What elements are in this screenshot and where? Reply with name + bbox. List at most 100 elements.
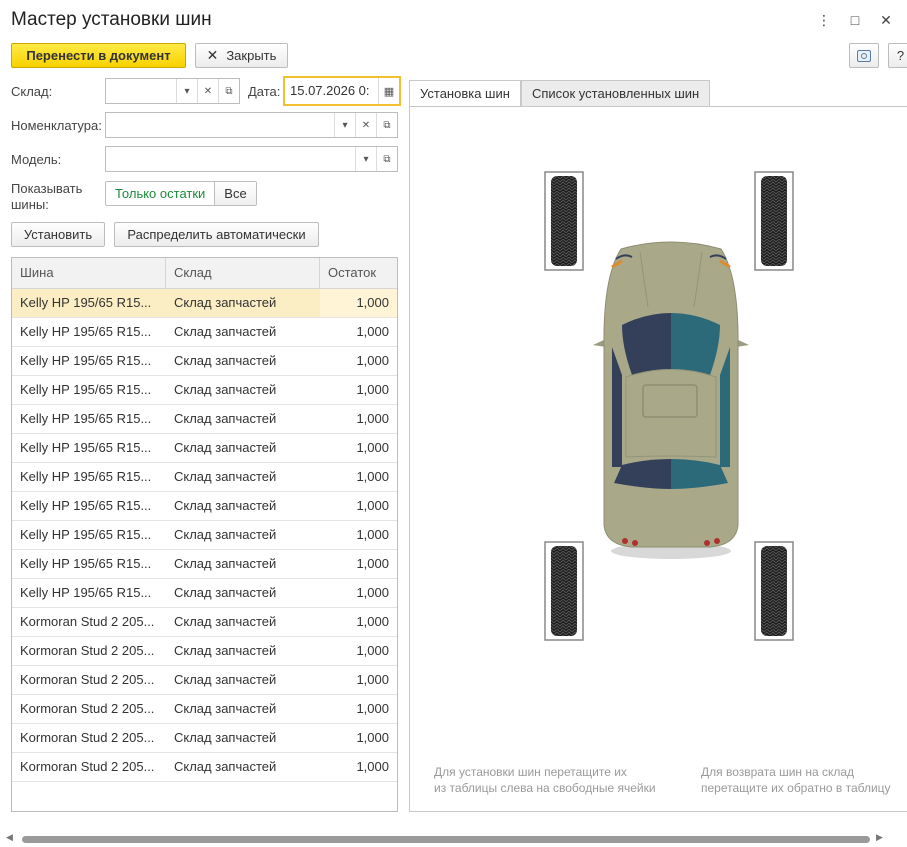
cell-remainder: 1,000 [356, 411, 389, 426]
model-value[interactable] [106, 147, 355, 171]
cell-tire: Kelly HP 195/65 R15... [20, 585, 152, 600]
dropdown-icon[interactable]: ▾ [355, 147, 376, 171]
cell-remainder: 1,000 [356, 382, 389, 397]
model-field[interactable]: ▾ ⧉ [105, 146, 398, 172]
tire-icon [761, 176, 787, 266]
table-row[interactable]: Kelly HP 195/65 R15... Склад запчастей 1,0… [12, 318, 397, 347]
nomenclature-value[interactable] [106, 113, 334, 137]
tire-icon [551, 176, 577, 266]
camera-button[interactable] [849, 43, 879, 68]
cell-tire: Kormoran Stud 2 205... [20, 672, 155, 687]
scroll-right-icon[interactable]: ▶ [876, 832, 883, 843]
open-icon[interactable]: ⧉ [218, 79, 239, 103]
install-hint-line: Для установки шин перетащите их [434, 765, 627, 779]
cell-warehouse: Склад запчастей [174, 498, 277, 513]
cell-remainder: 1,000 [356, 527, 389, 542]
cell-warehouse: Склад запчастей [174, 411, 277, 426]
cell-remainder: 1,000 [356, 701, 389, 716]
cell-remainder: 1,000 [356, 585, 389, 600]
cell-remainder: 1,000 [356, 469, 389, 484]
table-row[interactable]: Kelly HP 195/65 R15... Склад запчастей 1,0… [12, 492, 397, 521]
close-button[interactable]: ✕ Закрыть [195, 43, 288, 68]
cell-remainder: 1,000 [356, 324, 389, 339]
cell-tire: Kormoran Stud 2 205... [20, 759, 155, 774]
tire-slot-rear-right[interactable] [754, 541, 794, 641]
table-row[interactable]: Kelly HP 195/65 R15... Склад запчастей 1,0… [12, 434, 397, 463]
show-only-remains-option[interactable]: Только остатки [106, 182, 215, 205]
tab-install[interactable]: Установка шин [409, 80, 521, 108]
warehouse-label: Склад: [11, 84, 53, 99]
cell-tire: Kelly HP 195/65 R15... [20, 324, 152, 339]
table-row[interactable]: Kormoran Stud 2 205... Склад запчастей 1,0… [12, 724, 397, 753]
cell-warehouse: Склад запчастей [174, 701, 277, 716]
table-row[interactable]: Kelly HP 195/65 R15... Склад запчастей 1,0… [12, 579, 397, 608]
table-row[interactable]: Kormoran Stud 2 205... Склад запчастей 1,0… [12, 666, 397, 695]
warehouse-value[interactable] [106, 79, 176, 103]
cell-warehouse: Склад запчастей [174, 295, 277, 310]
auto-distribute-button[interactable]: Распределить автоматически [114, 222, 319, 247]
cell-warehouse: Склад запчастей [174, 382, 277, 397]
more-vertical-icon[interactable]: ⋮ [816, 12, 832, 28]
close-button-label: Закрыть [226, 48, 277, 63]
install-button[interactable]: Установить [11, 222, 105, 247]
cell-tire: Kelly HP 195/65 R15... [20, 527, 152, 542]
table-row[interactable]: Kormoran Stud 2 205... Склад запчастей 1,0… [12, 695, 397, 724]
tires-table[interactable]: Шина Склад Остаток Kelly HP 195/65 R15..… [11, 257, 398, 812]
table-row[interactable]: Kelly HP 195/65 R15... Склад запчастей 1,0… [12, 289, 397, 318]
dropdown-icon[interactable]: ▾ [334, 113, 355, 137]
table-row[interactable]: Kelly HP 195/65 R15... Склад запчастей 1,0… [12, 405, 397, 434]
show-tires-label: Показывать шины: [11, 181, 83, 212]
help-button[interactable]: ? [888, 43, 907, 68]
calendar-icon[interactable]: ▦ [378, 78, 399, 104]
show-all-option[interactable]: Все [214, 182, 256, 205]
table-row[interactable]: Kelly HP 195/65 R15... Склад запчастей 1,0… [12, 521, 397, 550]
column-header-warehouse[interactable]: Склад [166, 258, 320, 288]
tire-slot-rear-left[interactable] [544, 541, 584, 641]
cell-tire: Kormoran Stud 2 205... [20, 643, 155, 658]
clear-icon[interactable]: ✕ [197, 79, 218, 103]
clear-icon[interactable]: ✕ [355, 113, 376, 137]
open-icon[interactable]: ⧉ [376, 147, 397, 171]
table-row[interactable]: Kelly HP 195/65 R15... Склад запчастей 1,0… [12, 347, 397, 376]
table-row[interactable]: Kelly HP 195/65 R15... Склад запчастей 1,0… [12, 376, 397, 405]
column-header-remainder[interactable]: Остаток [320, 258, 397, 288]
cell-tire: Kelly HP 195/65 R15... [20, 411, 152, 426]
cell-tire: Kormoran Stud 2 205... [20, 701, 155, 716]
table-row[interactable]: Kormoran Stud 2 205... Склад запчастей 1,0… [12, 753, 397, 782]
window-title: Мастер установки шин [11, 9, 212, 30]
table-row[interactable]: Kelly HP 195/65 R15... Склад запчастей 1,0… [12, 550, 397, 579]
show-tires-toggle[interactable]: Только остатки Все [105, 181, 257, 206]
tab-installed-list[interactable]: Список установленных шин [520, 80, 711, 107]
date-field[interactable]: 15.07.2026 0: ▦ [283, 76, 401, 106]
tire-slot-front-right[interactable] [754, 171, 794, 271]
close-icon[interactable]: ✕ [878, 12, 894, 28]
warehouse-field[interactable]: ▾ ✕ ⧉ [105, 78, 240, 104]
scroll-left-icon[interactable]: ◀ [6, 832, 13, 843]
table-row[interactable]: Kormoran Stud 2 205... Склад запчастей 1,0… [12, 637, 397, 666]
cell-warehouse: Склад запчастей [174, 759, 277, 774]
open-icon[interactable]: ⧉ [376, 113, 397, 137]
tab-bar: Установка шин Список установленных шин [409, 80, 711, 108]
cell-remainder: 1,000 [356, 614, 389, 629]
date-value[interactable]: 15.07.2026 0: [285, 78, 378, 104]
cell-warehouse: Склад запчастей [174, 353, 277, 368]
horizontal-scrollbar[interactable] [22, 836, 870, 843]
nomenclature-field[interactable]: ▾ ✕ ⧉ [105, 112, 398, 138]
cell-warehouse: Склад запчастей [174, 469, 277, 484]
table-row[interactable]: Kormoran Stud 2 205... Склад запчастей 1,0… [12, 608, 397, 637]
nomenclature-label: Номенклатура: [11, 118, 102, 133]
cell-warehouse: Склад запчастей [174, 324, 277, 339]
transfer-to-document-button[interactable]: Перенести в документ [11, 43, 186, 68]
tire-slot-front-left[interactable] [544, 171, 584, 271]
table-body: Kelly HP 195/65 R15... Склад запчастей 1,0… [12, 289, 397, 782]
column-header-tire[interactable]: Шина [12, 258, 166, 288]
cell-remainder: 1,000 [356, 556, 389, 571]
cell-warehouse: Склад запчастей [174, 643, 277, 658]
cell-tire: Kormoran Stud 2 205... [20, 614, 155, 629]
install-hint: Для установки шин перетащите их из табли… [434, 764, 656, 796]
camera-icon [857, 49, 871, 62]
cell-warehouse: Склад запчастей [174, 440, 277, 455]
maximize-icon[interactable]: □ [847, 12, 863, 28]
table-row[interactable]: Kelly HP 195/65 R15... Склад запчастей 1,0… [12, 463, 397, 492]
dropdown-icon[interactable]: ▾ [176, 79, 197, 103]
